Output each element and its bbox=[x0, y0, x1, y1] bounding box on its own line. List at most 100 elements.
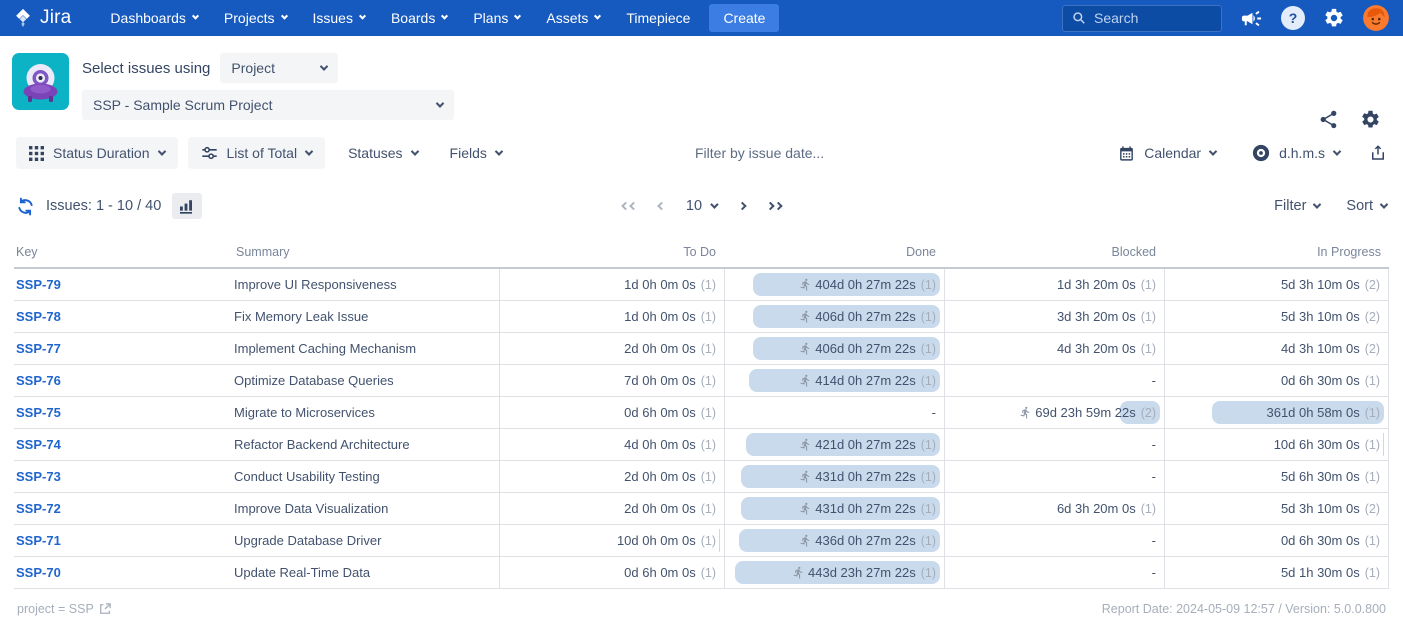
issue-key-link[interactable]: SSP-74 bbox=[16, 437, 61, 452]
settings-icon[interactable] bbox=[1323, 7, 1345, 29]
brand-name: Jira bbox=[40, 7, 71, 29]
status-count: (1) bbox=[701, 502, 716, 516]
table-row: SSP-79Improve UI Responsiveness1d 0h 0m … bbox=[14, 269, 1389, 301]
calendar-button[interactable]: Calendar bbox=[1105, 137, 1229, 170]
duration-cell-done: 406d 0h 27m 22s(1) bbox=[724, 301, 944, 332]
issue-key-link[interactable]: SSP-76 bbox=[16, 373, 61, 388]
column-header-to-do: To Do bbox=[499, 245, 724, 259]
nav-item-issues[interactable]: Issues bbox=[302, 4, 376, 32]
view-button[interactable]: List of Total bbox=[188, 137, 326, 169]
search-input[interactable]: Search bbox=[1062, 5, 1222, 32]
issues-count-label: Issues: 1 - 10 / 40 bbox=[46, 198, 161, 214]
user-avatar[interactable] bbox=[1363, 5, 1389, 31]
next-page-button[interactable] bbox=[739, 203, 745, 209]
duration-bar bbox=[719, 529, 720, 552]
report-header: Select issues using Project SSP - Sample… bbox=[0, 36, 1403, 128]
status-count: (1) bbox=[921, 534, 936, 548]
filter-dropdown[interactable]: Filter bbox=[1274, 198, 1320, 214]
duration-cell-todo: 2d 0h 0m 0s(1) bbox=[499, 493, 724, 524]
status-count: (2) bbox=[1365, 342, 1380, 356]
search-icon bbox=[1072, 11, 1086, 25]
issue-key-link[interactable]: SSP-79 bbox=[16, 277, 61, 292]
nav-item-boards[interactable]: Boards bbox=[380, 4, 458, 32]
issue-key-link[interactable]: SSP-72 bbox=[16, 501, 61, 516]
nav-item-projects[interactable]: Projects bbox=[213, 4, 298, 32]
issue-key-link[interactable]: SSP-70 bbox=[16, 565, 61, 580]
issue-key-cell: SSP-74 bbox=[14, 429, 234, 460]
page-size-value: 10 bbox=[686, 198, 702, 214]
select-issues-label: Select issues using bbox=[82, 60, 210, 77]
issue-key-link[interactable]: SSP-71 bbox=[16, 533, 61, 548]
jql-text: project = SSP bbox=[17, 602, 94, 616]
export-icon[interactable] bbox=[1369, 143, 1387, 163]
view-label: List of Total bbox=[227, 145, 298, 161]
jira-brand[interactable]: Jira bbox=[12, 7, 71, 29]
fields-button[interactable]: Fields bbox=[437, 137, 515, 169]
timepiece-app-icon bbox=[12, 53, 69, 110]
duration-value: 361d 0h 58m 0s bbox=[1266, 405, 1359, 420]
table-row: SSP-70Update Real-Time Data0d 6h 0m 0s(1… bbox=[14, 557, 1389, 589]
sort-dropdown[interactable]: Sort bbox=[1346, 198, 1387, 214]
jql-link[interactable]: project = SSP bbox=[17, 602, 111, 616]
issue-key-cell: SSP-73 bbox=[14, 461, 234, 492]
nav-item-timepiece[interactable]: Timepiece bbox=[615, 4, 701, 32]
chart-view-button[interactable] bbox=[172, 193, 202, 219]
prev-page-button[interactable] bbox=[658, 203, 664, 209]
duration-value: 406d 0h 27m 22s bbox=[815, 309, 915, 324]
duration-format-button[interactable]: d.h.m.s bbox=[1239, 136, 1353, 170]
issue-key-link[interactable]: SSP-73 bbox=[16, 469, 61, 484]
duration-cell-todo: 10d 0h 0m 0s(1) bbox=[499, 525, 724, 556]
chevron-down-icon bbox=[441, 12, 448, 19]
issue-summary: Refactor Backend Architecture bbox=[234, 429, 499, 460]
issue-key-link[interactable]: SSP-75 bbox=[16, 405, 61, 420]
issue-key-link[interactable]: SSP-77 bbox=[16, 341, 61, 356]
report-type-button[interactable]: Status Duration bbox=[16, 137, 178, 169]
statuses-label: Statuses bbox=[348, 145, 402, 161]
share-icon[interactable] bbox=[1317, 108, 1339, 130]
first-page-button[interactable] bbox=[622, 203, 636, 209]
top-navbar: Jira DashboardsProjectsIssuesBoardsPlans… bbox=[0, 0, 1403, 36]
chevron-down-icon bbox=[594, 12, 601, 19]
runner-icon bbox=[792, 566, 805, 579]
status-count: (1) bbox=[921, 502, 936, 516]
duration-value: 69d 23h 59m 22s bbox=[1035, 405, 1135, 420]
column-header-blocked: Blocked bbox=[944, 245, 1164, 259]
announcement-icon[interactable] bbox=[1240, 7, 1263, 30]
status-count: (2) bbox=[1141, 406, 1156, 420]
status-count: (1) bbox=[701, 566, 716, 580]
issue-summary: Improve Data Visualization bbox=[234, 493, 499, 524]
help-icon[interactable]: ? bbox=[1281, 6, 1305, 30]
issue-key-link[interactable]: SSP-78 bbox=[16, 309, 61, 324]
duration-value: 1d 0h 0m 0s bbox=[624, 277, 696, 292]
table-row: SSP-77Implement Caching Mechanism2d 0h 0… bbox=[14, 333, 1389, 365]
statuses-button[interactable]: Statuses bbox=[335, 137, 430, 169]
report-settings-icon[interactable] bbox=[1359, 108, 1381, 130]
create-button[interactable]: Create bbox=[709, 4, 779, 32]
issue-key-cell: SSP-72 bbox=[14, 493, 234, 524]
status-count: (1) bbox=[1365, 566, 1380, 580]
issue-source-select[interactable]: Project bbox=[220, 53, 338, 83]
table-row: SSP-78Fix Memory Leak Issue1d 0h 0m 0s(1… bbox=[14, 301, 1389, 333]
duration-cell-inprogress: 0d 6h 30m 0s(1) bbox=[1164, 525, 1389, 556]
duration-cell-inprogress: 5d 3h 10m 0s(2) bbox=[1164, 493, 1389, 524]
status-duration-table: KeySummaryTo DoDoneBlockedIn Progress SS… bbox=[14, 236, 1389, 589]
project-select[interactable]: SSP - Sample Scrum Project bbox=[82, 90, 454, 120]
status-count: (1) bbox=[1141, 310, 1156, 324]
duration-cell-todo: 0d 6h 0m 0s(1) bbox=[499, 557, 724, 588]
refresh-icon[interactable] bbox=[16, 197, 35, 216]
duration-value: 5d 3h 10m 0s bbox=[1281, 277, 1360, 292]
nav-item-assets[interactable]: Assets bbox=[535, 4, 611, 32]
duration-value: 0d 6h 0m 0s bbox=[624, 405, 696, 420]
nav-item-dashboards[interactable]: Dashboards bbox=[99, 4, 209, 32]
duration-value: 4d 3h 10m 0s bbox=[1281, 341, 1360, 356]
status-count: (1) bbox=[701, 278, 716, 292]
issue-summary: Conduct Usability Testing bbox=[234, 461, 499, 492]
duration-cell-done: 436d 0h 27m 22s(1) bbox=[724, 525, 944, 556]
last-page-button[interactable] bbox=[767, 203, 781, 209]
duration-cell-inprogress: 10d 6h 30m 0s(1) bbox=[1164, 429, 1389, 460]
duration-cell-done: - bbox=[724, 397, 944, 428]
nav-item-plans[interactable]: Plans bbox=[462, 4, 531, 32]
page-size-select[interactable]: 10 bbox=[686, 198, 717, 214]
sliders-icon bbox=[201, 145, 218, 161]
issue-date-filter-input[interactable]: Filter by issue date... bbox=[695, 145, 824, 161]
